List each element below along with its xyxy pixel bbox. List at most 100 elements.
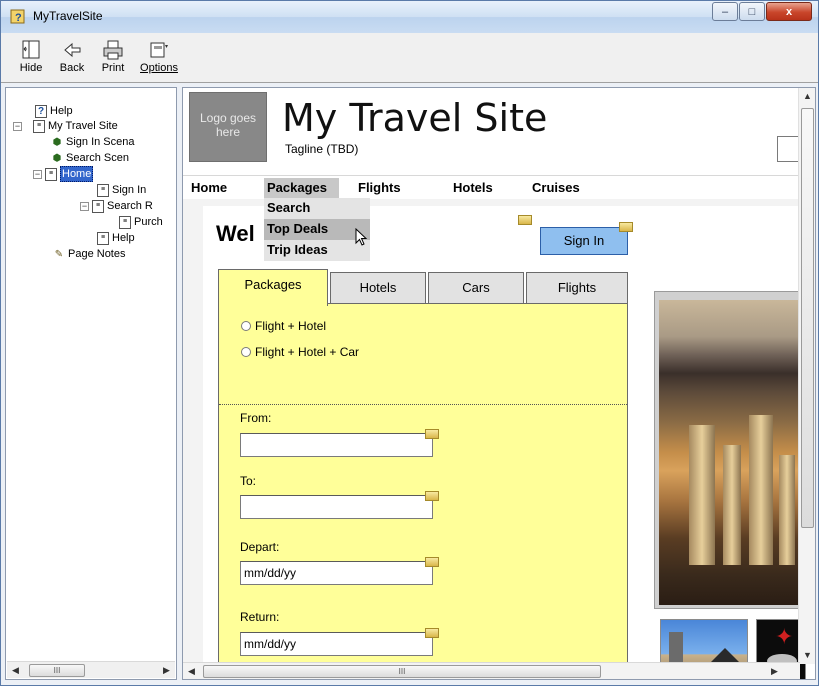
minimize-button[interactable]: – [712,2,738,21]
scroll-down-arrow-icon[interactable]: ▼ [799,647,815,664]
sign-in-button[interactable]: Sign In [540,227,628,255]
nav-home[interactable]: Home [191,180,227,195]
form-divider [219,404,627,405]
depart-date-input[interactable]: mm/dd/yy [240,561,433,585]
tab-cars[interactable]: Cars [428,272,524,306]
tree-item-sign-in-scenario[interactable]: ⬢ Sign In Scena [51,135,135,149]
menu-item-search[interactable]: Search [264,198,370,219]
scroll-left-arrow-icon[interactable]: ◀ [7,662,24,679]
scroll-thumb[interactable]: III [29,664,85,677]
scroll-left-arrow-icon[interactable]: ◀ [183,663,200,679]
tree-item-page-notes[interactable]: ✎ Page Notes [53,247,126,261]
hide-button[interactable]: Hide [11,36,51,80]
depart-label: Depart: [240,540,280,554]
page-icon: ≡ [119,215,131,229]
tree-label: Help [50,105,73,117]
window-controls: – □ x [711,2,812,21]
close-button[interactable]: x [766,2,812,21]
nav-packages[interactable]: Packages [264,178,339,200]
radio-button[interactable] [241,321,251,331]
app-icon: ? [10,9,25,24]
collapse-toggle[interactable]: − [80,201,89,211]
annotation-note-icon[interactable] [425,557,439,567]
navigation-tree: ? Help − ≡ My Travel Site ⬢ Sign In Scen… [5,87,177,680]
welcome-heading: Wel [216,221,255,246]
scroll-up-arrow-icon[interactable]: ▲ [799,88,815,105]
back-label: Back [59,62,85,74]
radio-flight-hotel-car[interactable]: Flight + Hotel + Car [241,345,359,359]
back-button[interactable]: Back [52,36,92,80]
print-label: Print [101,62,125,74]
booking-tabs: Packages Hotels Cars Flights [218,269,630,306]
annotation-note-icon[interactable] [425,491,439,501]
las-vegas-photo[interactable]: H [659,300,815,605]
tree-label: Help [112,232,135,244]
options-button[interactable]: Options [139,36,179,80]
annotation-note-icon[interactable] [518,215,532,225]
hide-label: Hide [19,62,43,74]
mouse-cursor-icon [355,228,368,246]
tree-item-help-page[interactable]: ≡ Help [97,231,135,245]
from-label: From: [240,411,272,425]
photo-building [689,425,715,565]
scenario-icon: ⬢ [52,136,62,148]
page-icon: ≡ [97,231,109,245]
app-window: ? MyTravelSite – □ x Hide Back Print Opt… [0,0,819,686]
tree-label-selected: Home [60,166,94,182]
site-nav: Home Packages Flights Hotels Cruises [183,175,803,200]
to-label: To: [240,474,257,488]
annotation-note-icon[interactable] [425,628,439,638]
collapse-toggle[interactable]: − [13,121,22,131]
tree-horizontal-scrollbar[interactable]: ◀ III ▶ [7,661,175,678]
photo-building [749,415,773,565]
to-input[interactable] [240,495,433,519]
tree-item-sign-in[interactable]: ≡ Sign In [97,183,146,197]
scroll-right-arrow-icon[interactable]: ▶ [766,663,783,679]
hide-pane-icon [22,40,40,59]
tree-label: Sign In Scena [66,136,135,148]
annotation-note-icon[interactable] [425,429,439,439]
tree-label: Purch [134,216,163,228]
nav-hotels[interactable]: Hotels [453,180,493,195]
radio-flight-hotel[interactable]: Flight + Hotel [241,319,326,333]
page-vertical-scrollbar[interactable]: ▲ ▼ [798,88,815,664]
page-icon: ≡ [97,183,109,197]
tree-item-search-scenario[interactable]: ⬢ Search Scen [51,151,129,165]
tree-item-search-results[interactable]: − ≡ Search R [80,199,153,213]
page-horizontal-scrollbar[interactable]: ◀ III ▶ [183,662,800,679]
nav-flights[interactable]: Flights [358,180,401,195]
return-date-input[interactable]: mm/dd/yy [240,632,433,656]
tree-item-purchase[interactable]: ≡ Purch [119,215,163,229]
tree-label: Sign In [112,184,147,196]
printer-icon [103,40,123,60]
tree-item-help[interactable]: ? Help [35,104,73,118]
featured-photo-frame: H [654,291,815,609]
tree-item-my-travel-site[interactable]: − ≡ My Travel Site [13,119,118,133]
collapse-toggle[interactable]: − [33,169,42,179]
window-title: MyTravelSite [33,9,103,23]
from-input[interactable] [240,433,433,457]
title-bar[interactable]: ? MyTravelSite – □ x [1,1,818,33]
tab-flights[interactable]: Flights [526,272,628,306]
scroll-thumb[interactable] [801,108,814,528]
radio-label: Flight + Hotel [255,319,327,333]
page-icon: ≡ [33,119,45,133]
page-preview: Logo goes here My Travel Site Tagline (T… [182,87,816,680]
tree-label: Page Notes [68,248,126,260]
annotation-note-icon[interactable] [619,222,633,232]
help-icon: ? [35,104,47,118]
print-button[interactable]: Print [93,36,133,80]
maximize-button[interactable]: □ [739,2,765,21]
scroll-right-arrow-icon[interactable]: ▶ [158,662,175,679]
radio-label: Flight + Hotel + Car [255,345,360,359]
tab-hotels[interactable]: Hotels [330,272,426,306]
tree-label: My Travel Site [48,120,118,132]
toolbar: Hide Back Print Options [1,33,818,83]
tree-item-home[interactable]: − ≡ Home [33,166,94,182]
tab-packages[interactable]: Packages [218,269,328,306]
scroll-thumb[interactable]: III [203,665,601,678]
radio-button[interactable] [241,347,251,357]
nav-cruises[interactable]: Cruises [532,180,580,195]
tree-label: Search R [107,200,153,212]
page-icon: ≡ [92,199,104,213]
